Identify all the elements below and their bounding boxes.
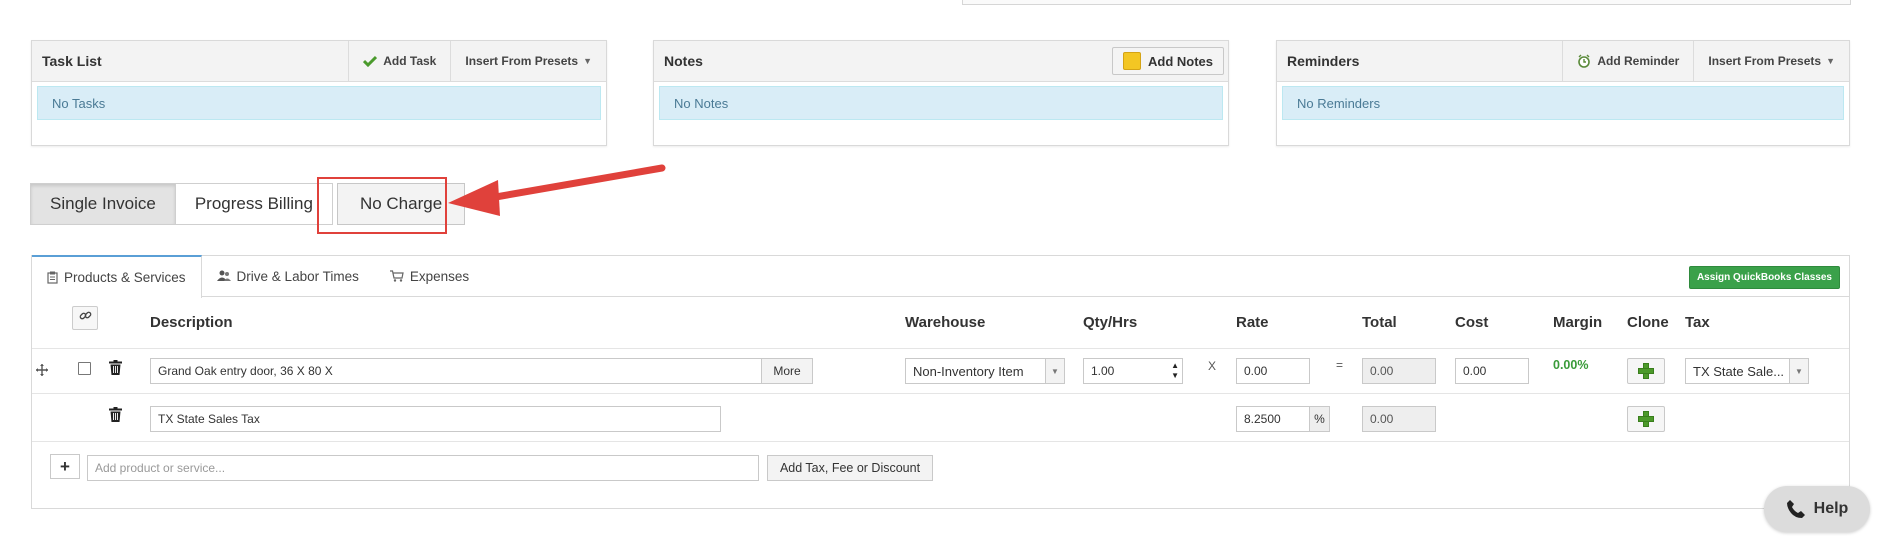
annotation-arrow-icon xyxy=(448,164,666,216)
tax-select-value: TX State Sale... xyxy=(1693,363,1785,379)
notes-header: Notes Add Notes xyxy=(654,41,1228,82)
no-notes-message: No Notes xyxy=(659,86,1223,120)
column-rate: Rate xyxy=(1236,314,1269,331)
add-task-label: Add Task xyxy=(383,54,437,68)
plus-icon xyxy=(1638,363,1654,379)
single-invoice-option[interactable]: Single Invoice xyxy=(30,183,176,225)
task-list-title: Task List xyxy=(42,53,102,69)
reminder-presets-label: Insert From Presets xyxy=(1708,54,1822,68)
users-icon xyxy=(216,270,231,282)
no-reminders-message: No Reminders xyxy=(1282,86,1844,120)
assign-quickbooks-classes-button[interactable]: Assign QuickBooks Classes xyxy=(1688,266,1840,289)
chevron-down-icon: ▼ xyxy=(1045,359,1064,383)
caret-down-icon: ▼ xyxy=(1826,56,1835,66)
column-warehouse: Warehouse xyxy=(905,314,986,331)
column-margin: Margin xyxy=(1553,314,1603,331)
clipboard-icon xyxy=(47,271,58,284)
drag-handle-icon[interactable] xyxy=(36,363,48,381)
tax-rate-input[interactable]: 8.2500 xyxy=(1236,406,1310,432)
reminder-insert-presets-button[interactable]: Insert From Presets ▼ xyxy=(1693,41,1849,81)
qty-stepper[interactable]: 1.00 ▲ ▼ xyxy=(1083,358,1183,384)
tab-drive-labor-label: Drive & Labor Times xyxy=(236,268,359,284)
line-item-description-input[interactable]: Grand Oak entry door, 36 X 80 X xyxy=(150,358,762,384)
line-items-section: Products & Services Drive & Labor Times … xyxy=(31,255,1850,509)
tab-products-services[interactable]: Products & Services xyxy=(32,255,202,298)
multiply-symbol: X xyxy=(1208,359,1217,373)
column-tax: Tax xyxy=(1685,314,1710,331)
trash-icon[interactable] xyxy=(109,360,122,380)
warehouse-select[interactable]: Non-Inventory Item ▼ xyxy=(905,358,1065,384)
rate-input[interactable]: 0.00 xyxy=(1236,358,1310,384)
tab-expenses-label: Expenses xyxy=(409,268,470,284)
task-presets-label: Insert From Presets xyxy=(465,54,579,68)
cost-input[interactable]: 0.00 xyxy=(1455,358,1529,384)
line-total-field: 0.00 xyxy=(1362,358,1436,384)
line-item-checkbox[interactable] xyxy=(78,362,91,375)
progress-billing-option[interactable]: Progress Billing xyxy=(174,183,333,225)
chevron-down-icon: ▼ xyxy=(1789,359,1808,383)
clone-tax-button[interactable] xyxy=(1627,406,1665,432)
task-list-panel: Task List Add Task Insert From Presets ▼… xyxy=(31,40,607,146)
spinner-arrows-icon[interactable]: ▲ ▼ xyxy=(1171,361,1179,381)
link-icon xyxy=(79,309,92,327)
notes-title: Notes xyxy=(664,53,703,69)
column-description: Description xyxy=(150,314,233,331)
reminders-title: Reminders xyxy=(1287,53,1360,69)
line-items-tabs: Products & Services Drive & Labor Times … xyxy=(32,255,1849,298)
percent-addon: % xyxy=(1309,406,1330,432)
annotation-highlight-box xyxy=(317,177,447,234)
task-insert-presets-button[interactable]: Insert From Presets ▼ xyxy=(450,41,606,81)
caret-down-icon: ▼ xyxy=(583,56,592,66)
margin-value: 0.00% xyxy=(1553,358,1589,372)
tax-select[interactable]: TX State Sale... ▼ xyxy=(1685,358,1809,384)
top-panel-edge xyxy=(962,0,1851,5)
column-clone: Clone xyxy=(1627,314,1669,331)
row-divider xyxy=(32,348,1849,349)
tax-description-input[interactable]: TX State Sales Tax xyxy=(150,406,721,432)
sticky-note-icon xyxy=(1123,52,1141,70)
warehouse-value: Non-Inventory Item xyxy=(913,363,1024,379)
tab-products-label: Products & Services xyxy=(64,270,186,285)
equals-symbol: = xyxy=(1336,358,1344,372)
alarm-clock-icon xyxy=(1577,54,1591,68)
column-total: Total xyxy=(1362,314,1397,331)
add-reminder-label: Add Reminder xyxy=(1597,54,1680,68)
checkmark-icon xyxy=(363,55,378,67)
shopping-cart-icon xyxy=(389,270,404,282)
add-reminder-button[interactable]: Add Reminder xyxy=(1562,41,1693,81)
notes-panel: Notes Add Notes No Notes xyxy=(653,40,1229,146)
clone-button[interactable] xyxy=(1627,358,1665,384)
help-button[interactable]: Help xyxy=(1764,486,1870,532)
help-label: Help xyxy=(1813,500,1849,517)
task-list-header: Task List Add Task Insert From Presets ▼ xyxy=(32,41,606,82)
tab-expenses[interactable]: Expenses xyxy=(375,256,485,296)
column-qty-hrs: Qty/Hrs xyxy=(1083,314,1138,331)
tax-total-field: 0.00 xyxy=(1362,406,1436,432)
column-cost: Cost xyxy=(1455,314,1489,331)
link-toggle-button[interactable] xyxy=(72,306,98,330)
reminders-panel: Reminders Add Reminder Insert From Prese… xyxy=(1276,40,1850,146)
plus-icon xyxy=(1638,411,1654,427)
add-tax-fee-discount-button[interactable]: Add Tax, Fee or Discount xyxy=(767,455,933,481)
trash-icon[interactable] xyxy=(109,407,122,427)
tab-drive-labor-times[interactable]: Drive & Labor Times xyxy=(202,256,375,296)
phone-icon xyxy=(1786,499,1806,519)
add-line-button[interactable]: + xyxy=(50,454,80,479)
row-divider xyxy=(32,441,1849,442)
qty-value: 1.00 xyxy=(1091,364,1115,378)
add-product-input[interactable]: Add product or service... xyxy=(87,455,759,481)
reminders-header: Reminders Add Reminder Insert From Prese… xyxy=(1277,41,1849,82)
row-divider xyxy=(32,393,1849,394)
add-task-button[interactable]: Add Task xyxy=(348,41,450,81)
add-notes-label: Add Notes xyxy=(1148,53,1213,69)
more-button[interactable]: More xyxy=(761,358,813,384)
add-notes-button[interactable]: Add Notes xyxy=(1112,47,1224,75)
no-tasks-message: No Tasks xyxy=(37,86,601,120)
